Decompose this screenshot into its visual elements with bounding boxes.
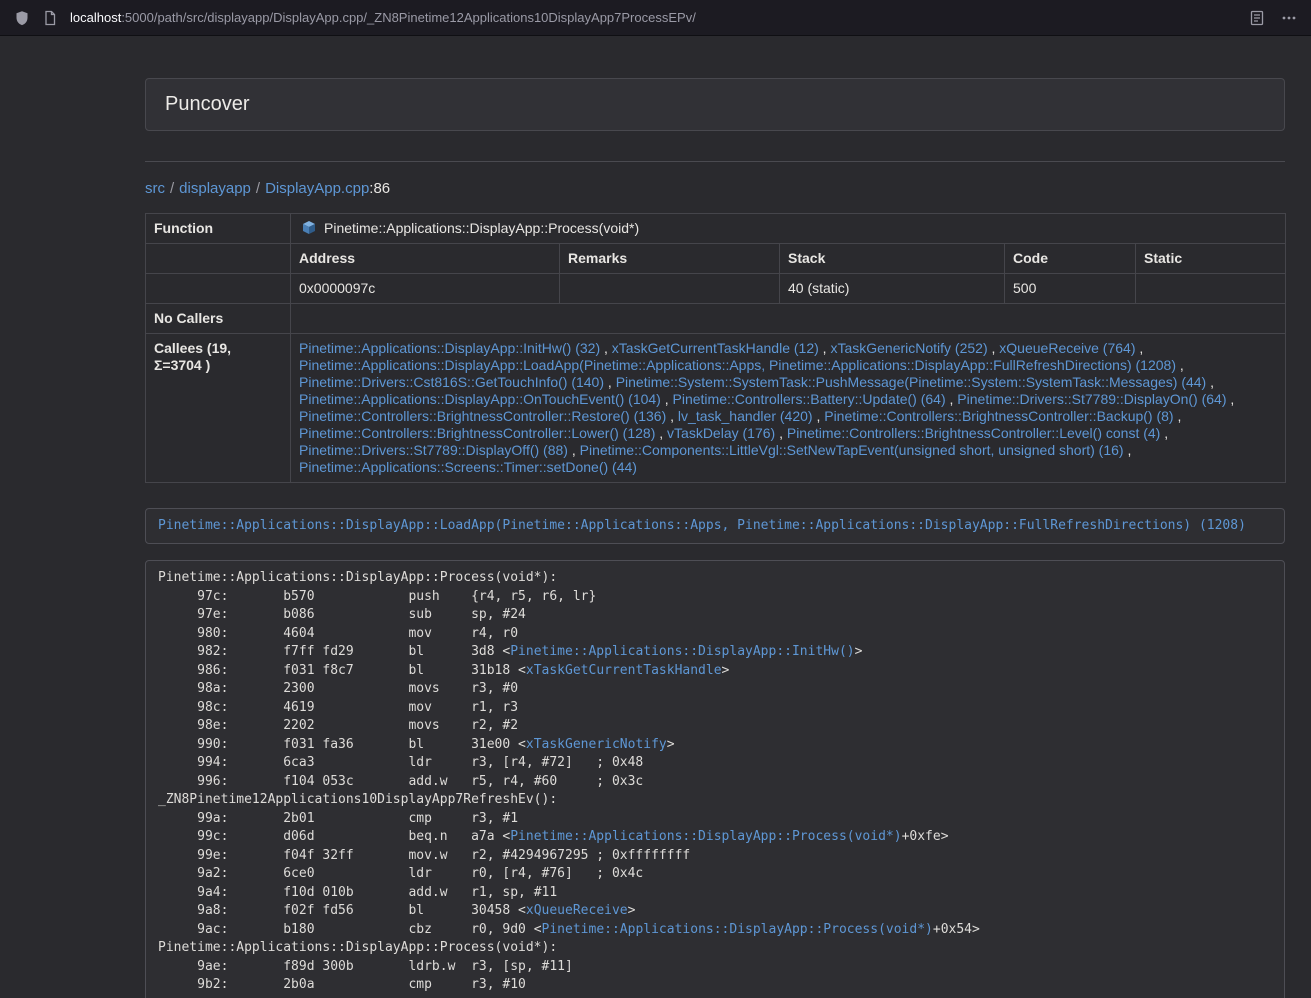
function-label: Function [146,214,291,244]
breadcrumb-link-file[interactable]: DisplayApp.cpp [265,180,369,197]
callee-link[interactable]: xTaskGenericNotify (252) [830,340,987,356]
table-row-callees: Callees (19, Σ=3704 ) Pinetime::Applicat… [146,334,1286,483]
callee-link[interactable]: Pinetime::Controllers::BrightnessControl… [299,408,666,424]
column-header-static: Static [1136,244,1286,274]
callee-link[interactable]: Pinetime::Controllers::Battery::Update()… [673,391,946,407]
callee-link[interactable]: Pinetime::Controllers::BrightnessControl… [824,408,1173,424]
table-row-function: Function Pinetime::Applications::Display… [146,214,1286,244]
callees-label: Callees (19, Σ=3704 ) [146,334,291,483]
divider [145,161,1285,162]
column-header-stack: Stack [780,244,1005,274]
page-content: Puncover src / displayapp / DisplayApp.cpp:8… [0,36,1311,998]
chrome-actions [1249,10,1297,26]
menu-kebab-icon[interactable] [1281,10,1297,26]
page-title: Puncover [165,93,1265,116]
callee-link[interactable]: lv_task_handler (420) [678,408,813,424]
stat-static-value [1136,274,1286,304]
callee-link[interactable]: Pinetime::Controllers::BrightnessControl… [299,425,655,441]
reader-mode-icon[interactable] [1249,10,1265,26]
column-header-code: Code [1005,244,1136,274]
function-name-cell: Pinetime::Applications::DisplayApp::Proc… [291,214,1286,244]
url-bar[interactable]: localhost:5000/path/src/displayapp/Displ… [70,10,1237,25]
callee-link[interactable]: Pinetime::Applications::DisplayApp::OnTo… [299,391,661,407]
url-host: localhost [70,10,121,25]
callees-list: Pinetime::Applications::DisplayApp::Init… [291,334,1286,483]
empty-cell [146,274,291,304]
breadcrumb-link-src[interactable]: src [145,180,165,197]
column-header-remarks: Remarks [560,244,780,274]
callee-link[interactable]: Pinetime::Drivers::St7789::DisplayOff() … [299,442,568,458]
breadcrumb-link-displayapp[interactable]: displayapp [179,180,251,197]
page-info-icon[interactable] [42,10,58,26]
table-row-stats-header: Address Remarks Stack Code Static [146,244,1286,274]
breadcrumb-line-number: :86 [369,180,390,197]
callee-link[interactable]: Pinetime::Applications::DisplayApp::Init… [299,340,600,356]
code-symbol-link[interactable]: xTaskGetCurrentTaskHandle [526,663,722,678]
callee-link[interactable]: xQueueReceive (764) [999,340,1135,356]
stat-code-value: 500 [1005,274,1136,304]
breadcrumb-separator: / [170,180,174,197]
callee-link[interactable]: Pinetime::Components::LittleVgl::SetNewT… [580,442,1124,458]
no-callers-label: No Callers [146,304,291,334]
callee-link[interactable]: vTaskDelay (176) [667,425,775,441]
function-name: Pinetime::Applications::DisplayApp::Proc… [324,220,639,236]
shield-icon[interactable] [14,10,30,26]
breadcrumb: src / displayapp / DisplayApp.cpp:86 [145,180,1285,198]
code-symbol-link[interactable]: xQueueReceive [526,903,628,918]
no-callers-cell [291,304,1286,334]
callee-link[interactable]: Pinetime::Drivers::St7789::DisplayOn() (… [957,391,1226,407]
callee-link[interactable]: Pinetime::Controllers::BrightnessControl… [787,425,1160,441]
code-symbol-link[interactable]: Pinetime::Applications::DisplayApp::Init… [510,644,854,659]
callee-link[interactable]: Pinetime::Applications::DisplayApp::Load… [299,357,1176,373]
callee-link[interactable]: xTaskGetCurrentTaskHandle (12) [612,340,819,356]
highlighted-symbol-link[interactable]: Pinetime::Applications::DisplayApp::Load… [158,518,1246,533]
code-symbol-link[interactable]: Pinetime::Applications::DisplayApp::Proc… [510,829,901,844]
disassembly-block: Pinetime::Applications::DisplayApp::Proc… [145,560,1285,998]
url-path: :5000/path/src/displayapp/DisplayApp.cpp… [121,10,696,25]
stat-stack-value: 40 (static) [780,274,1005,304]
stat-remarks-value [560,274,780,304]
code-symbol-link[interactable]: Pinetime::Applications::DisplayApp::Proc… [542,922,933,937]
app-header-panel: Puncover [145,78,1285,131]
function-symbol-icon [301,220,317,236]
callee-link[interactable]: Pinetime::Drivers::Cst816S::GetTouchInfo… [299,374,604,390]
stat-address-value: 0x0000097c [291,274,560,304]
breadcrumb-separator: / [256,180,260,197]
browser-chrome: localhost:5000/path/src/displayapp/Displ… [0,0,1311,36]
callee-link[interactable]: Pinetime::System::SystemTask::PushMessag… [616,374,1207,390]
highlighted-symbol-box: Pinetime::Applications::DisplayApp::Load… [145,508,1285,544]
function-table: Function Pinetime::Applications::Display… [145,213,1286,483]
table-row-no-callers: No Callers [146,304,1286,334]
column-header-address: Address [291,244,560,274]
empty-cell [146,244,291,274]
code-symbol-link[interactable]: xTaskGenericNotify [526,737,667,752]
table-row-stats-values: 0x0000097c 40 (static) 500 [146,274,1286,304]
callee-link[interactable]: Pinetime::Applications::Screens::Timer::… [299,459,637,475]
